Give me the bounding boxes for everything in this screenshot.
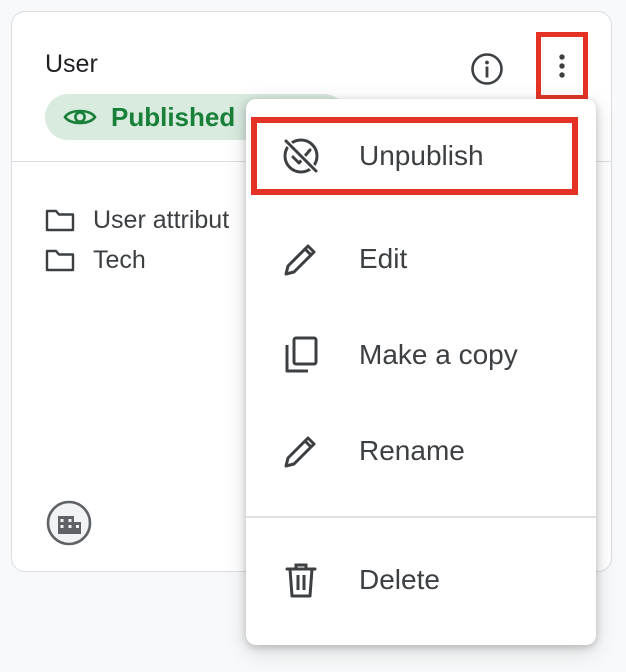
folder-item[interactable]: Tech: [45, 240, 229, 280]
eye-icon: [63, 109, 97, 125]
folder-item[interactable]: User attribut: [45, 200, 229, 240]
menu-item-label: Make a copy: [359, 339, 518, 370]
menu-item-label: Edit: [359, 243, 408, 274]
building-icon: [46, 500, 92, 546]
menu-divider: [246, 516, 596, 518]
status-badge-label: Published: [111, 101, 236, 132]
context-menu: Unpublish Edit Make a copy Rename Delete: [246, 99, 596, 645]
folder-label: User attribut: [93, 205, 230, 234]
pencil-icon: [280, 238, 322, 280]
trash-icon: [280, 559, 322, 601]
info-icon: [471, 53, 503, 85]
folder-icon: [45, 209, 75, 232]
menu-item-label: Delete: [359, 564, 440, 595]
card-title: User: [45, 50, 98, 78]
more-options-button[interactable]: [536, 32, 588, 100]
menu-item-make-copy[interactable]: Make a copy: [246, 307, 596, 403]
more-vert-icon: [559, 54, 565, 78]
info-button[interactable]: [470, 52, 504, 86]
menu-item-label: Unpublish: [359, 140, 484, 171]
menu-item-rename[interactable]: Rename: [246, 403, 596, 499]
folder-label: Tech: [93, 245, 146, 274]
menu-item-label: Rename: [359, 435, 465, 466]
pencil-icon: [280, 430, 322, 472]
page: User Published User attribut Tech Unpubl…: [0, 0, 626, 672]
menu-item-edit[interactable]: Edit: [246, 211, 596, 307]
folder-icon: [45, 249, 75, 272]
menu-item-delete[interactable]: Delete: [246, 532, 596, 628]
unpublish-icon: [280, 135, 322, 177]
folder-list: User attribut Tech: [45, 200, 229, 280]
copy-icon: [280, 334, 322, 376]
menu-item-unpublish[interactable]: Unpublish: [251, 117, 578, 195]
